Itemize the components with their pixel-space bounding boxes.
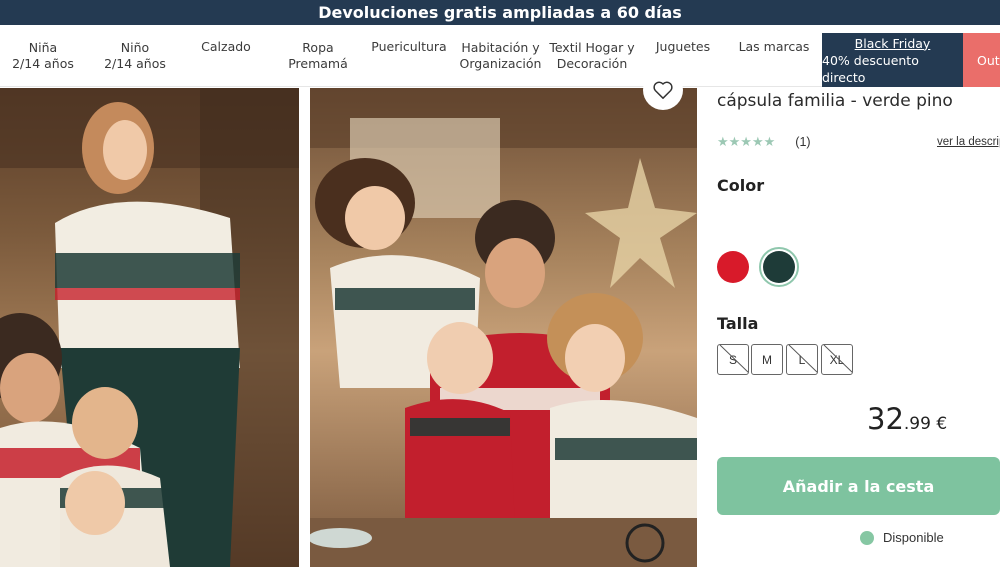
- heart-icon: [653, 81, 673, 99]
- size-option-s[interactable]: S: [717, 344, 749, 375]
- rating-count: (1): [795, 135, 811, 149]
- photo-divider: [299, 88, 310, 567]
- product-photo-1[interactable]: [0, 88, 299, 567]
- nav-item-calzado[interactable]: Calzado: [184, 16, 268, 78]
- promo-banner: Devoluciones gratis ampliadas a 60 días: [0, 0, 1000, 25]
- availability-dot: [860, 530, 874, 545]
- availability-text: Disponible: [883, 530, 944, 545]
- color-swatch-red[interactable]: [717, 251, 749, 283]
- availability-status: Disponible: [860, 530, 944, 545]
- product-photo-2[interactable]: [310, 88, 697, 567]
- family-photo-illustration: [0, 88, 299, 567]
- product-rating[interactable]: ★★★★★ (1): [717, 134, 811, 150]
- size-option-l[interactable]: L: [786, 344, 818, 375]
- nav-item-textil-hogar[interactable]: Textil Hogar y Decoración: [547, 25, 637, 87]
- description-link[interactable]: ver la descripción: [937, 136, 1000, 148]
- size-label: Talla: [717, 314, 759, 333]
- size-option-m[interactable]: M: [751, 344, 783, 375]
- nav-item-black-friday[interactable]: Black Friday 40% descuento directo: [822, 33, 963, 87]
- nav-item-outlet[interactable]: Outlet: [963, 33, 1000, 87]
- nav-item-nino[interactable]: Niño 2/14 años: [92, 25, 178, 87]
- nav-item-juguetes[interactable]: Juguetes: [641, 16, 725, 78]
- nav-item-ropa-premama[interactable]: Ropa Premamá: [275, 25, 361, 87]
- nav-item-puericultura[interactable]: Puericultura: [366, 16, 452, 78]
- product-title: cápsula familia - verde pino: [717, 91, 953, 111]
- price-decimal: .99 €: [903, 414, 948, 434]
- rating-stars: ★★★★★: [717, 134, 776, 149]
- color-label: Color: [717, 176, 765, 195]
- nav-item-nina[interactable]: Niña 2/14 años: [0, 25, 86, 87]
- color-swatch-green[interactable]: [763, 251, 795, 283]
- nav-item-las-marcas[interactable]: Las marcas: [730, 16, 818, 78]
- product-price: 32.99 €: [867, 402, 947, 436]
- family-photo-illustration-2: [310, 88, 697, 567]
- price-integer: 32: [867, 402, 904, 436]
- black-friday-title: Black Friday: [854, 35, 931, 51]
- black-friday-subtitle: 40% descuento directo: [822, 52, 919, 85]
- nav-item-habitacion[interactable]: Habitación y Organización: [456, 25, 545, 87]
- size-option-xl[interactable]: XL: [821, 344, 853, 375]
- add-to-cart-button[interactable]: Añadir a la cesta: [717, 457, 1000, 515]
- favorite-button[interactable]: [643, 70, 683, 110]
